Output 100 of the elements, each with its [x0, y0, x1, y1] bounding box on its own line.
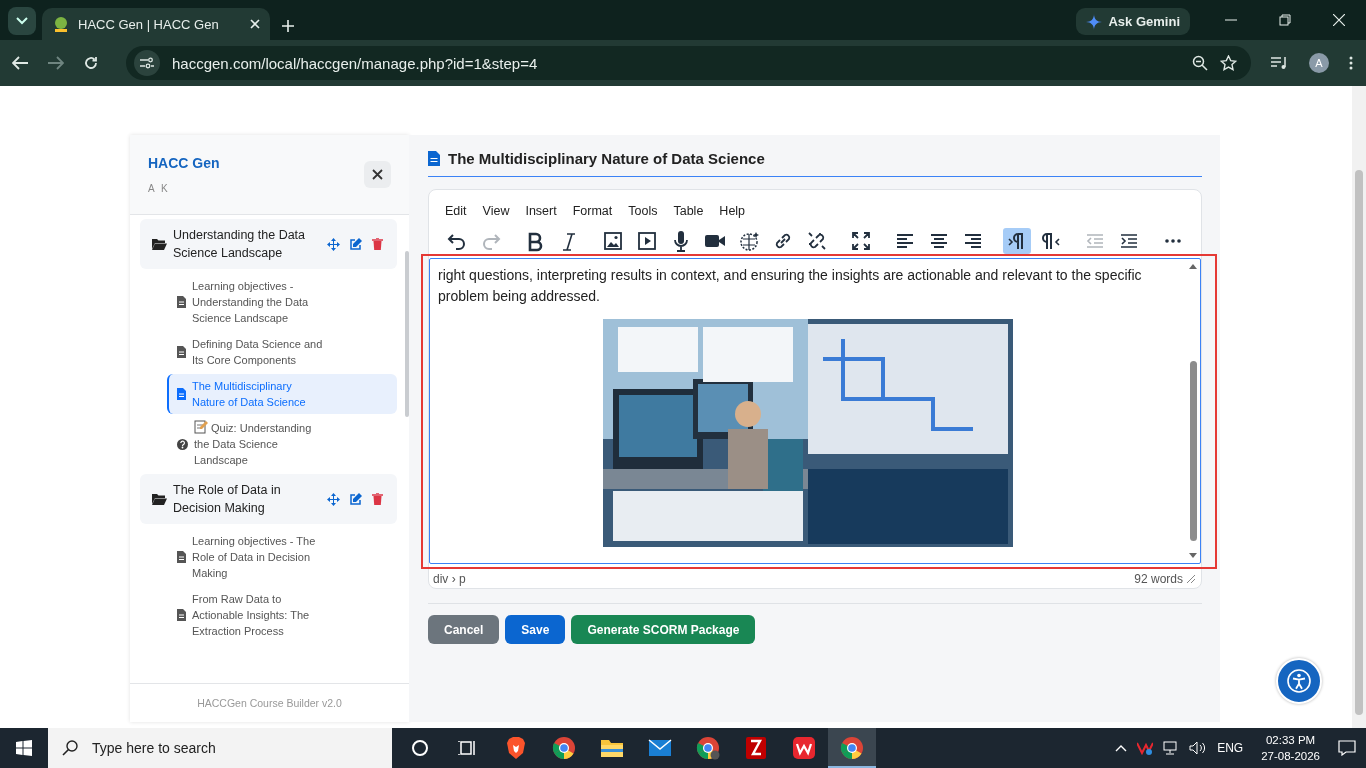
windows-start-icon[interactable] — [16, 740, 32, 756]
taskbar-search-box[interactable]: Type here to search — [48, 728, 392, 768]
trash-icon[interactable] — [372, 237, 383, 250]
lesson-title: Defining Data Science and Its Core Components — [192, 337, 324, 368]
folder-icon — [152, 238, 167, 250]
word-count: 92 words — [1134, 572, 1183, 586]
module-title: Understanding the Data Science Landscape — [173, 227, 307, 262]
lesson-item[interactable]: Learning objectives - The Role of Data in Decision Making — [167, 529, 397, 585]
paragraph: right questions, interpreting results in context, and ensuring the insights are actionable and relevant to the specific problem being addressed. — [438, 266, 1143, 306]
lesson-item[interactable]: The Multidisciplinary Nature of Data Science — [167, 374, 397, 414]
task-view-icon[interactable] — [458, 739, 478, 757]
lesson-title: Quiz: Understanding the Data Science Landscape — [194, 420, 313, 468]
menu-item[interactable]: Insert — [517, 202, 565, 220]
chrome-icon[interactable] — [696, 736, 720, 760]
zoom-out-icon[interactable] — [1192, 55, 1208, 71]
tray-app-icon[interactable] — [1137, 741, 1154, 755]
more-icon[interactable] — [1349, 56, 1353, 70]
menu-item[interactable]: Format — [564, 202, 621, 220]
lesson-title: Learning objectives - Understanding the Data Science Landscape — [192, 279, 310, 326]
document-icon — [177, 346, 186, 358]
volume-icon[interactable] — [1189, 741, 1208, 755]
filezilla-icon[interactable] — [745, 736, 767, 760]
accessibility-button[interactable] — [1276, 658, 1322, 704]
site-settings-icon[interactable] — [140, 57, 154, 69]
address-bar[interactable]: haccgen.com/local/haccgen/manage.php?id=1&step=4 — [126, 46, 1251, 80]
browser-tab[interactable]: HACC Gen | HACC Gen — [42, 8, 270, 40]
chrome-icon[interactable] — [552, 736, 576, 760]
mail-icon[interactable] — [648, 738, 672, 758]
lesson-title: Learning objectives - The Role of Data in Decision Making — [192, 534, 317, 581]
media-queue-icon[interactable] — [1271, 56, 1289, 70]
chevron-up-icon[interactable] — [1115, 744, 1128, 752]
close-icon[interactable] — [250, 19, 260, 29]
reload-icon[interactable] — [84, 56, 98, 70]
network-icon[interactable] — [1163, 741, 1180, 755]
brain-icon — [738, 230, 760, 252]
lion-shield-icon[interactable] — [505, 736, 527, 760]
folder-icon[interactable] — [600, 737, 624, 759]
lesson-title: From Raw Data to Actionable Insights: The Extraction Process — [192, 592, 311, 639]
move-icon[interactable] — [327, 492, 340, 506]
menu-item[interactable]: View — [474, 202, 518, 220]
folder-icon — [152, 493, 167, 505]
move-icon[interactable] — [327, 237, 340, 251]
ask-gemini-button[interactable]: Ask Gemini — [1076, 8, 1190, 35]
memo-icon — [194, 420, 208, 434]
star-icon[interactable] — [1220, 55, 1237, 71]
tab-search-button[interactable] — [8, 7, 36, 35]
document-icon — [428, 151, 440, 166]
new-tab-icon[interactable] — [282, 20, 294, 32]
back-icon[interactable] — [12, 56, 28, 70]
scroll-up-icon[interactable] — [1189, 263, 1197, 269]
lesson-item[interactable]: Defining Data Science and Its Core Components — [167, 332, 397, 372]
scrollbar-thumb[interactable] — [1189, 361, 1197, 541]
document-icon — [177, 296, 186, 308]
module-header[interactable]: Understanding the Data Science Landscape — [140, 219, 397, 269]
lesson-item[interactable]: Quiz: Understanding the Data Science Landscape — [167, 416, 397, 472]
close-icon — [372, 169, 383, 180]
more-icon — [1164, 238, 1182, 244]
cancel-button[interactable]: Cancel — [428, 615, 500, 644]
module-header[interactable]: The Role of Data in Decision Making — [140, 474, 397, 524]
element-path[interactable]: div › p — [433, 572, 466, 586]
resize-handle-icon[interactable] — [1187, 575, 1195, 583]
document-icon — [177, 388, 186, 400]
lesson-title: The Multidisciplinary Nature of Data Science — [192, 379, 307, 410]
menu-item[interactable]: Help — [711, 202, 754, 220]
trash-icon[interactable] — [372, 492, 383, 505]
scroll-down-icon[interactable] — [1189, 553, 1197, 559]
page-title: The Multidisciplinary Nature of Data Science — [448, 150, 765, 167]
question-icon — [177, 438, 188, 450]
forward-icon[interactable] — [48, 56, 64, 70]
chevron-down-icon — [16, 17, 28, 25]
edit-icon[interactable] — [350, 237, 362, 250]
fullscreen-icon — [850, 230, 872, 252]
menu-item[interactable]: Edit — [437, 202, 475, 220]
page-scrollbar-thumb[interactable] — [1355, 170, 1363, 715]
wps-icon[interactable] — [792, 736, 816, 760]
close-icon[interactable] — [1333, 14, 1345, 26]
generate-button[interactable]: Generate SCORM Package — [571, 615, 756, 644]
clock-time[interactable]: 02:33 PM — [1265, 732, 1316, 748]
play-icon — [636, 230, 658, 252]
save-button[interactable]: Save — [505, 615, 566, 644]
language-indicator[interactable]: ENG — [1217, 741, 1244, 755]
taskbar-search-field[interactable]: Type here to search — [90, 739, 354, 757]
app-title: HACC Gen — [148, 155, 220, 171]
lesson-item[interactable]: Learning objectives - Understanding the Data Science Landscape — [167, 274, 397, 330]
close-button[interactable] — [364, 161, 391, 188]
notification-icon[interactable] — [1338, 740, 1356, 756]
brain-logo-icon — [52, 15, 70, 33]
accessibility-icon — [1287, 669, 1311, 693]
paragraph-ltr-button[interactable] — [1003, 228, 1031, 254]
restore-icon[interactable] — [1279, 14, 1291, 26]
chrome-icon[interactable] — [840, 736, 864, 760]
document-icon — [177, 551, 186, 563]
menu-item[interactable]: Tools — [620, 202, 666, 220]
document-icon — [177, 609, 186, 621]
edit-icon[interactable] — [350, 492, 362, 505]
user-initials: A K — [148, 183, 171, 194]
menu-item[interactable]: Table — [665, 202, 712, 220]
clock-date[interactable]: 27-08-2026 — [1261, 748, 1320, 764]
cortana-icon[interactable] — [411, 739, 429, 757]
lesson-item[interactable]: From Raw Data to Actionable Insights: The Extraction Process — [167, 587, 397, 643]
